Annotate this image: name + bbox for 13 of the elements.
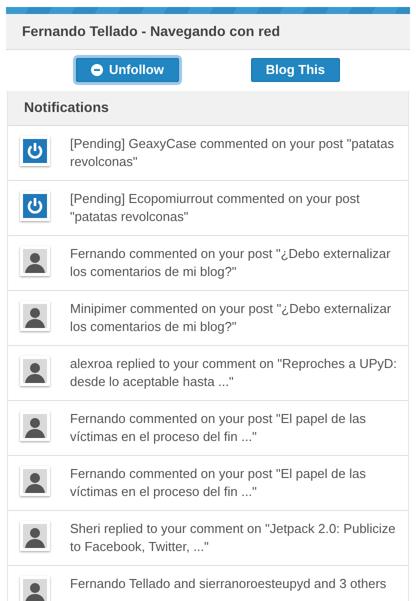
section-title: Notifications [24, 99, 109, 115]
notification-text[interactable]: [Pending] GeaxyCase commented on your post "patatas revolconas" [70, 135, 402, 171]
page-title: Fernando Tellado - Navegando con red [22, 23, 280, 39]
action-button[interactable]: Blog This [250, 58, 340, 82]
notification-text[interactable]: Fernando commented on your post "¿Debo externalizar los comentarios de mi blog?" [70, 245, 402, 281]
notification-text[interactable]: Fernando commented on your post "El papel de las víctimas en el proceso del fin ..." [70, 465, 402, 501]
notification-text[interactable]: Sheri replied to your comment on "Jetpack 2.0: Publicize to Facebook, Twitter, ..." [70, 520, 402, 556]
notification-text[interactable]: Fernando Tellado and sierranoroesteupyd and 3 others [70, 575, 386, 593]
notification-text[interactable]: alexroa replied to your comment on "Reproches a UPyD: desde lo aceptable hasta ..." [70, 355, 402, 391]
notification-text[interactable]: [Pending] Ecopomiurrout commented on your post "patatas revolconas" [70, 190, 402, 226]
action-button[interactable]: Unfollow [76, 58, 179, 82]
notification-text[interactable]: Minipimer commented on your post "¿Debo externalizar los comentarios de mi blog?" [70, 300, 402, 336]
notification-text[interactable]: Fernando commented on your post "El papel de las víctimas en el proceso del fin ..." [70, 410, 402, 446]
